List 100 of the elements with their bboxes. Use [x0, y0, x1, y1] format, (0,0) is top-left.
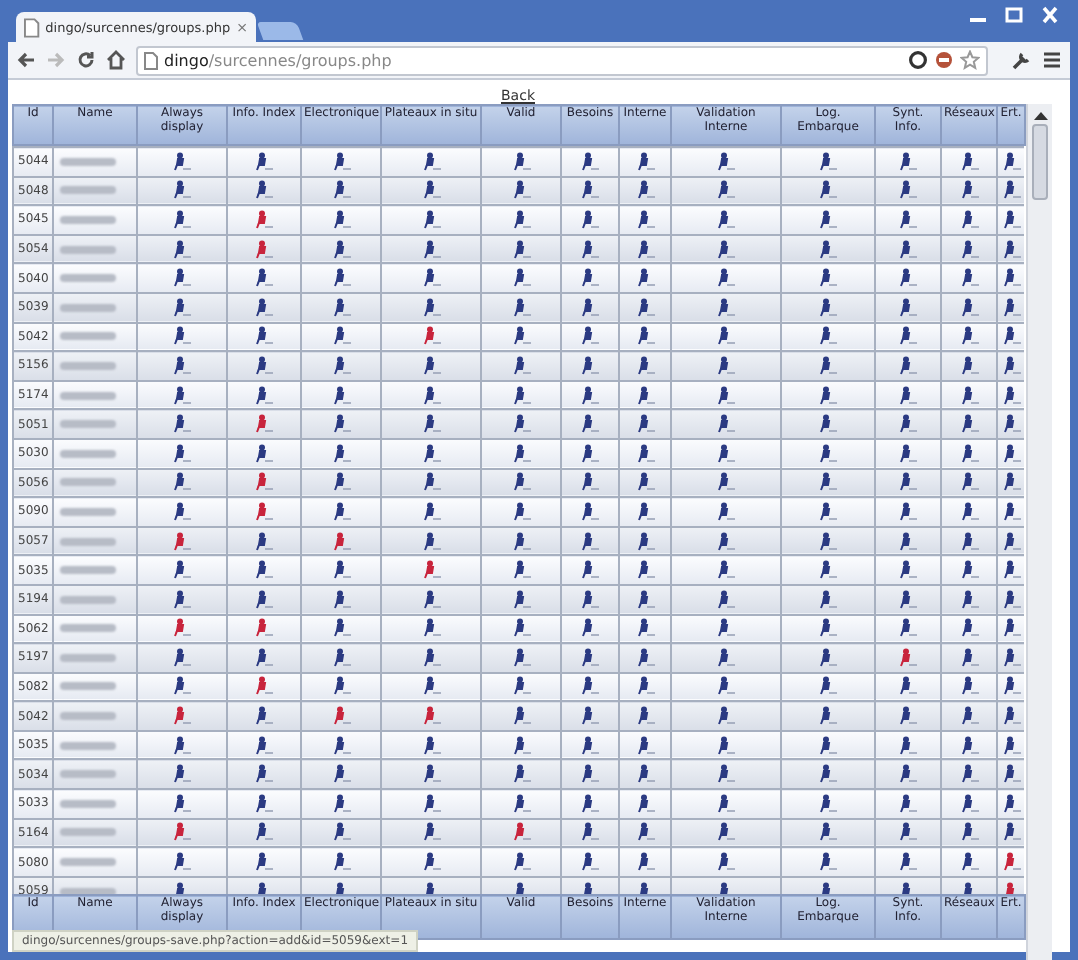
person-at-desk-icon[interactable] — [172, 676, 192, 697]
person-at-desk-icon[interactable] — [959, 209, 979, 230]
person-at-desk-icon[interactable] — [716, 297, 736, 318]
person-at-desk-icon[interactable] — [716, 822, 736, 843]
person-at-desk-icon[interactable] — [1001, 822, 1021, 843]
person-at-desk-icon[interactable] — [421, 443, 441, 464]
person-at-desk-icon[interactable] — [511, 706, 531, 727]
person-at-desk-icon[interactable] — [818, 647, 838, 668]
person-at-desk-icon[interactable] — [511, 618, 531, 639]
person-at-desk-icon[interactable] — [580, 151, 600, 172]
person-at-desk-icon[interactable] — [580, 443, 600, 464]
person-at-desk-icon[interactable] — [172, 385, 192, 406]
person-at-desk-icon[interactable] — [716, 151, 736, 172]
person-at-desk-icon[interactable] — [172, 501, 192, 522]
person-at-desk-icon[interactable] — [959, 822, 979, 843]
person-at-desk-icon[interactable] — [580, 472, 600, 493]
person-at-desk-icon[interactable] — [580, 764, 600, 785]
person-at-desk-icon[interactable] — [421, 355, 441, 376]
person-at-desk-icon[interactable] — [635, 501, 655, 522]
person-at-desk-icon[interactable] — [421, 531, 441, 552]
person-at-desk-icon[interactable] — [635, 180, 655, 201]
person-at-desk-icon[interactable] — [421, 239, 441, 260]
person-at-desk-icon[interactable] — [580, 531, 600, 552]
person-at-desk-icon[interactable] — [172, 706, 192, 727]
person-at-desk-icon[interactable] — [1001, 239, 1021, 260]
person-at-desk-icon[interactable] — [1001, 268, 1021, 289]
person-at-desk-icon[interactable] — [818, 209, 838, 230]
person-at-desk-icon[interactable] — [172, 560, 192, 581]
person-at-desk-icon[interactable] — [331, 326, 351, 347]
person-at-desk-icon[interactable] — [1001, 735, 1021, 756]
person-at-desk-icon[interactable] — [818, 268, 838, 289]
person-at-desk-icon[interactable] — [898, 735, 918, 756]
person-at-desk-icon[interactable] — [635, 735, 655, 756]
person-at-desk-icon[interactable] — [331, 239, 351, 260]
person-at-desk-icon[interactable] — [172, 209, 192, 230]
person-at-desk-icon[interactable] — [1001, 501, 1021, 522]
person-at-desk-icon[interactable] — [331, 676, 351, 697]
person-at-desk-icon[interactable] — [898, 793, 918, 814]
person-at-desk-icon[interactable] — [254, 443, 274, 464]
person-at-desk-icon[interactable] — [959, 706, 979, 727]
person-at-desk-icon[interactable] — [511, 443, 531, 464]
person-at-desk-icon[interactable] — [421, 297, 441, 318]
person-at-desk-icon[interactable] — [254, 355, 274, 376]
person-at-desk-icon[interactable] — [818, 385, 838, 406]
person-at-desk-icon[interactable] — [172, 647, 192, 668]
person-at-desk-icon[interactable] — [818, 676, 838, 697]
person-at-desk-icon[interactable] — [959, 764, 979, 785]
person-at-desk-icon[interactable] — [635, 531, 655, 552]
person-at-desk-icon[interactable] — [716, 852, 736, 873]
person-at-desk-icon[interactable] — [172, 852, 192, 873]
person-at-desk-icon[interactable] — [959, 268, 979, 289]
person-at-desk-icon[interactable] — [254, 676, 274, 697]
person-at-desk-icon[interactable] — [580, 268, 600, 289]
person-at-desk-icon[interactable] — [635, 618, 655, 639]
person-at-desk-icon[interactable] — [898, 355, 918, 376]
person-at-desk-icon[interactable] — [254, 764, 274, 785]
person-at-desk-icon[interactable] — [511, 355, 531, 376]
person-at-desk-icon[interactable] — [1001, 472, 1021, 493]
person-at-desk-icon[interactable] — [331, 706, 351, 727]
person-at-desk-icon[interactable] — [1001, 560, 1021, 581]
person-at-desk-icon[interactable] — [898, 647, 918, 668]
person-at-desk-icon[interactable] — [580, 852, 600, 873]
person-at-desk-icon[interactable] — [716, 180, 736, 201]
person-at-desk-icon[interactable] — [959, 647, 979, 668]
person-at-desk-icon[interactable] — [716, 531, 736, 552]
address-bar[interactable]: dingo/surcennes/groups.php — [136, 45, 988, 75]
person-at-desk-icon[interactable] — [716, 239, 736, 260]
person-at-desk-icon[interactable] — [716, 326, 736, 347]
person-at-desk-icon[interactable] — [580, 560, 600, 581]
person-at-desk-icon[interactable] — [580, 297, 600, 318]
person-at-desk-icon[interactable] — [898, 385, 918, 406]
person-at-desk-icon[interactable] — [635, 414, 655, 435]
person-at-desk-icon[interactable] — [635, 239, 655, 260]
person-at-desk-icon[interactable] — [635, 443, 655, 464]
person-at-desk-icon[interactable] — [254, 531, 274, 552]
person-at-desk-icon[interactable] — [421, 676, 441, 697]
person-at-desk-icon[interactable] — [818, 239, 838, 260]
person-at-desk-icon[interactable] — [635, 326, 655, 347]
person-at-desk-icon[interactable] — [511, 414, 531, 435]
person-at-desk-icon[interactable] — [1001, 852, 1021, 873]
person-at-desk-icon[interactable] — [716, 501, 736, 522]
person-at-desk-icon[interactable] — [1001, 326, 1021, 347]
person-at-desk-icon[interactable] — [421, 209, 441, 230]
person-at-desk-icon[interactable] — [421, 589, 441, 610]
person-at-desk-icon[interactable] — [1001, 414, 1021, 435]
person-at-desk-icon[interactable] — [511, 501, 531, 522]
person-at-desk-icon[interactable] — [898, 414, 918, 435]
person-at-desk-icon[interactable] — [959, 676, 979, 697]
person-at-desk-icon[interactable] — [172, 326, 192, 347]
person-at-desk-icon[interactable] — [511, 209, 531, 230]
person-at-desk-icon[interactable] — [254, 209, 274, 230]
person-at-desk-icon[interactable] — [254, 618, 274, 639]
person-at-desk-icon[interactable] — [172, 151, 192, 172]
person-at-desk-icon[interactable] — [511, 735, 531, 756]
person-at-desk-icon[interactable] — [818, 501, 838, 522]
person-at-desk-icon[interactable] — [818, 852, 838, 873]
person-at-desk-icon[interactable] — [254, 560, 274, 581]
person-at-desk-icon[interactable] — [635, 793, 655, 814]
person-at-desk-icon[interactable] — [421, 414, 441, 435]
person-at-desk-icon[interactable] — [331, 501, 351, 522]
